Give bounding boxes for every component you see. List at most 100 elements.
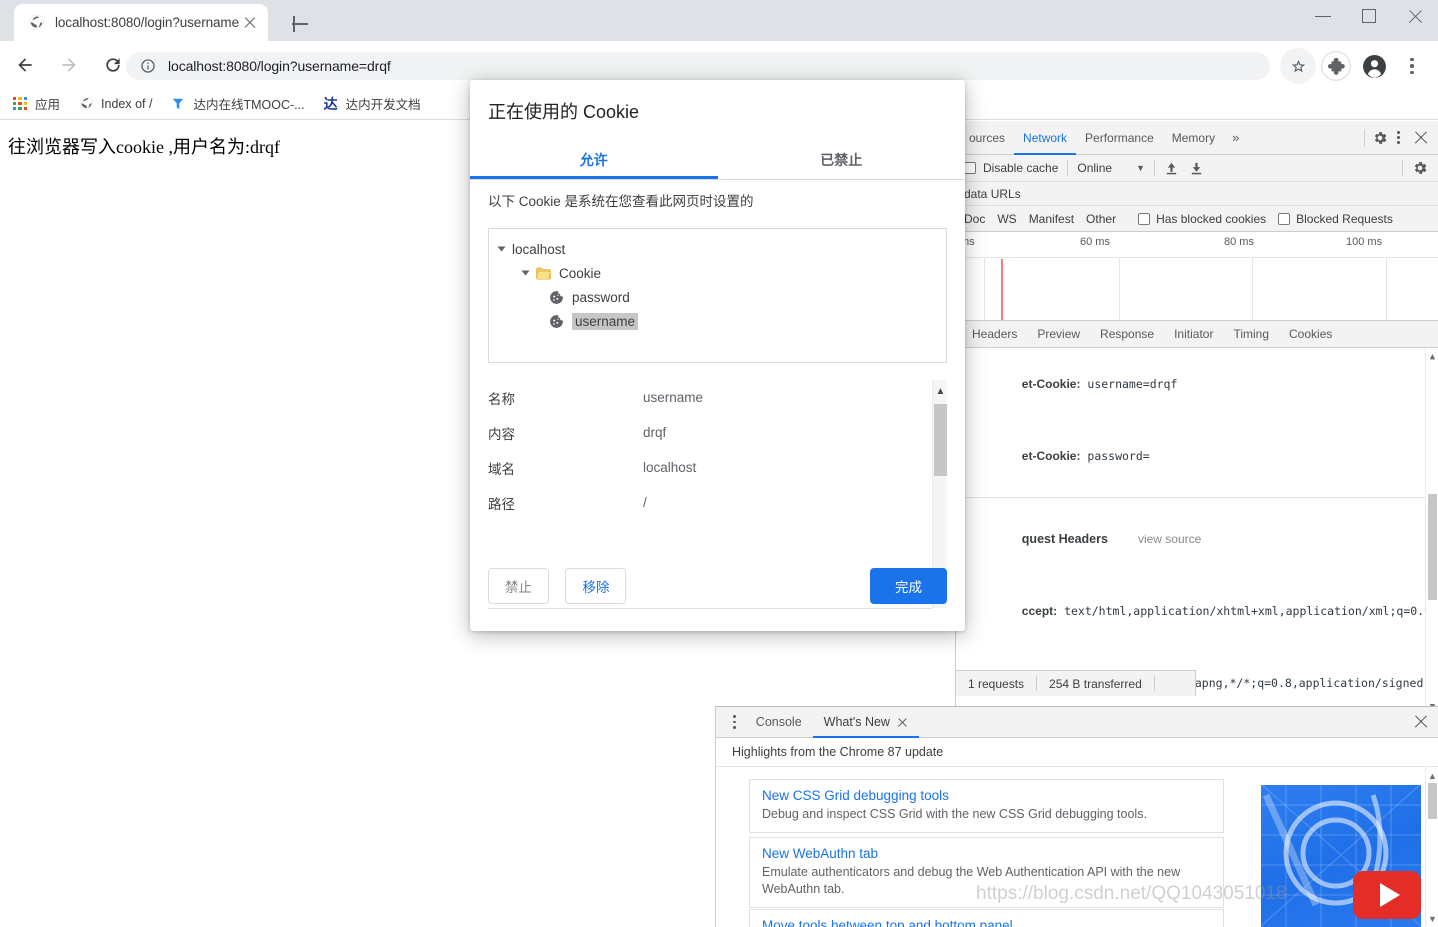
star-icon[interactable] (1280, 48, 1316, 84)
bookmark-apps[interactable]: 应用 (12, 94, 60, 113)
tree-node-cookie[interactable]: username (489, 309, 946, 333)
card-title[interactable]: Move tools between top and bottom panel (762, 918, 1211, 927)
whats-new-subtitle: Highlights from the Chrome 87 update (716, 738, 1438, 767)
chevron-down-icon[interactable] (521, 270, 530, 276)
tab-allowed[interactable]: 允许 (470, 142, 718, 179)
detail-label: 名称 (488, 391, 515, 407)
bookmark-index-of[interactable]: Index of / (78, 96, 152, 112)
gear-icon[interactable] (1372, 130, 1388, 146)
forward-icon[interactable] (50, 46, 88, 84)
detail-row: 路径 / (488, 485, 947, 520)
tab-network[interactable]: Network (1014, 121, 1076, 155)
disable-cache-checkbox[interactable] (964, 162, 976, 174)
network-overview[interactable]: ms 60 ms 80 ms 100 ms (956, 232, 1438, 321)
tab-response[interactable]: Response (1090, 321, 1164, 348)
dialog-subtitle: 以下 Cookie 是系统在您查看此网页时设置的 (488, 194, 754, 209)
view-source-link[interactable]: view source (1138, 532, 1201, 546)
card-title[interactable]: New WebAuthn tab (762, 846, 1211, 861)
tree-node-cookie[interactable]: password (489, 285, 946, 309)
back-icon[interactable] (6, 46, 44, 84)
filter-other[interactable]: Other (1086, 212, 1116, 226)
tab-initiator[interactable]: Initiator (1164, 321, 1223, 348)
detail-label: 域名 (488, 461, 515, 477)
tab-timing[interactable]: Timing (1223, 321, 1279, 348)
maximize-icon[interactable] (1346, 0, 1392, 32)
tab-headers[interactable]: Headers (962, 321, 1027, 348)
tab-memory[interactable]: Memory (1163, 121, 1224, 155)
filter-doc[interactable]: Doc (964, 212, 985, 226)
browser-tab[interactable]: localhost:8080/login?username (14, 4, 268, 41)
detail-label: 路径 (488, 496, 515, 512)
info-circle-icon[interactable] (140, 58, 156, 74)
request-count: 1 requests (968, 676, 1025, 691)
network-filter-row: data URLs (956, 182, 1438, 206)
whats-new-card[interactable]: New CSS Grid debugging tools Debug and i… (749, 779, 1224, 833)
tab-preview[interactable]: Preview (1027, 321, 1090, 348)
chevron-down-icon[interactable] (497, 246, 506, 252)
dialog-title: 正在使用的 Cookie (488, 102, 640, 122)
throttling-select[interactable]: Online (1077, 161, 1112, 175)
tree-node-label: Cookie (559, 265, 602, 281)
close-icon[interactable] (1413, 130, 1429, 146)
upload-icon[interactable] (1164, 161, 1179, 176)
card-title[interactable]: New CSS Grid debugging tools (762, 788, 1211, 803)
tab-cookies[interactable]: Cookies (1279, 321, 1342, 348)
kebab-menu-icon[interactable] (724, 715, 745, 729)
blocked-requests-checkbox[interactable] (1278, 212, 1291, 225)
download-icon[interactable] (1189, 161, 1204, 176)
tree-node-folder[interactable]: Cookie (489, 261, 946, 285)
tree-node-host[interactable]: localhost (489, 237, 946, 261)
tab-close-icon[interactable] (240, 13, 260, 33)
tab-sources[interactable]: ources (960, 121, 1014, 155)
overview-tick: 100 ms (1346, 236, 1383, 248)
ban-button[interactable]: 禁止 (488, 568, 549, 604)
headers-scrollbar[interactable]: ▲ ▼ (1425, 348, 1438, 715)
bookmark-da-docs[interactable]: 达 达内开发文档 (323, 94, 421, 113)
tab-blocked[interactable]: 已禁止 (718, 142, 966, 179)
globe-icon (28, 14, 45, 31)
kebab-menu-icon[interactable] (1394, 48, 1430, 84)
bookmark-label: Index of / (101, 96, 153, 111)
whats-new-card[interactable]: Move tools between top and bottom panel (749, 909, 1224, 927)
new-tab-button[interactable] (286, 10, 314, 38)
detail-row: 域名 localhost (488, 450, 947, 485)
bookmark-tmooc[interactable]: 达内在线TMOOC-... (170, 94, 305, 113)
scroll-up-icon[interactable]: ▲ (933, 382, 948, 400)
header-key: ccept: (1021, 604, 1058, 618)
chevron-down-icon[interactable]: ▼ (1136, 163, 1145, 173)
detail-row: 内容 drqf (488, 415, 947, 450)
filter-manifest[interactable]: Manifest (1029, 212, 1074, 226)
tab-whats-new[interactable]: What's New (813, 707, 919, 738)
avatar[interactable] (1356, 48, 1392, 84)
scroll-up-icon[interactable]: ▲ (1426, 350, 1438, 363)
close-icon[interactable] (1392, 0, 1438, 32)
has-blocked-cookies-checkbox[interactable] (1138, 212, 1151, 225)
tab-console[interactable]: Console (745, 707, 813, 738)
filter-ws[interactable]: WS (997, 212, 1016, 226)
blocked-requests-label: Blocked Requests (1296, 211, 1393, 226)
done-button[interactable]: 完成 (870, 568, 947, 604)
scroll-down-icon[interactable]: ▼ (1426, 912, 1438, 925)
watermark: https://blog.csdn.net/QQ1043051018 (976, 883, 1287, 904)
network-status-bar: 1 requests 254 B transferred (956, 670, 1196, 696)
detail-value: drqf (643, 425, 667, 440)
gear-icon[interactable] (1412, 160, 1428, 176)
whats-new-video-thumbnail[interactable] (1261, 785, 1421, 927)
remove-button[interactable]: 移除 (565, 568, 627, 604)
scroll-up-icon[interactable]: ▲ (1426, 769, 1438, 782)
address-bar[interactable]: localhost:8080/login?username=drqf (126, 52, 1270, 80)
cookies-in-use-dialog: 正在使用的 Cookie 允许 已禁止 以下 Cookie 是系统在您查看此网页… (470, 80, 965, 631)
play-button-icon[interactable] (1353, 871, 1421, 919)
hide-data-urls-label[interactable]: data URLs (964, 187, 1021, 201)
kebab-menu-icon[interactable] (1388, 130, 1409, 145)
close-icon[interactable] (897, 717, 908, 728)
cookie-tree[interactable]: localhost Cookie password username (488, 228, 947, 363)
tree-node-label: password (572, 289, 630, 305)
header-row: et-Cookie: password= (964, 420, 1438, 492)
puzzle-icon[interactable] (1318, 48, 1354, 84)
tab-performance[interactable]: Performance (1076, 121, 1163, 155)
more-tabs-icon[interactable]: » (1224, 130, 1247, 145)
close-icon[interactable] (1413, 714, 1429, 730)
drawer-scrollbar[interactable]: ▲ ▼ (1425, 767, 1438, 927)
minimize-icon[interactable] (1300, 0, 1346, 32)
